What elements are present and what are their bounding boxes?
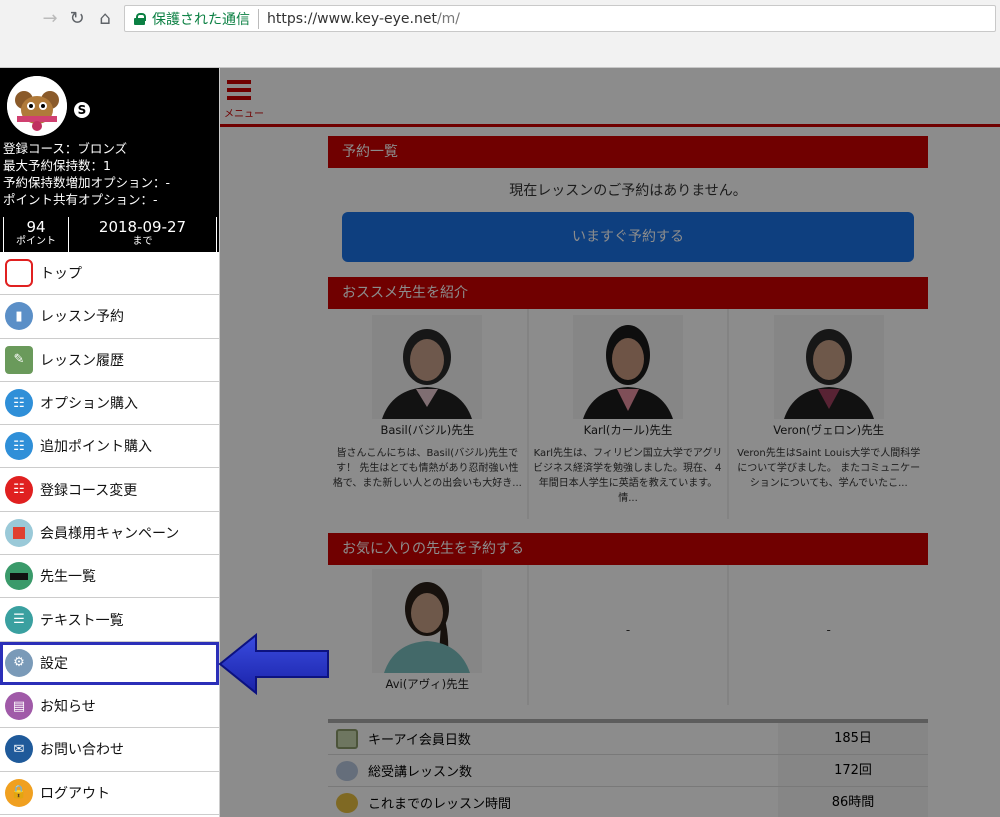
menu-item-label: お問い合わせ [40,742,124,759]
reservation-option-line: 予約保持数増加オプション：- [3,175,171,190]
menu-item-label: 先生一覧 [40,569,96,586]
points-stat: 94 ポイント [3,217,69,252]
expiry-value: 2018-09-27 [98,218,187,236]
max-reservations-line: 最大予約保持数：1 [3,158,111,173]
expiry-stat: 2018-09-27 まで [69,217,217,252]
menu-item-label: ログアウト [40,785,110,802]
expiry-label: まで [132,236,153,247]
avatar [7,76,67,136]
url-text: https://www.key-eye.net/m/ [259,11,460,27]
menu-item-option-purchase[interactable]: ☷ オプション購入 [0,382,219,426]
menu-item-lesson-booking[interactable]: ▮ レッスン予約 [0,295,219,339]
menu-item-teachers[interactable]: 先生一覧 [0,555,219,599]
secure-label: 保護された通信 [152,8,259,29]
pointer-arrow-icon [218,633,329,695]
menu-item-news[interactable]: ▤ お知らせ [0,685,219,729]
cart-icon: ☷ [5,389,33,418]
phone-icon: ▮ [5,302,33,331]
point-share-option-line: ポイント共有オプション：- [3,192,158,207]
profile-info: 登録コース：ブロンズ 最大予約保持数：1 予約保持数増加オプション：- ポイント… [3,140,170,208]
menu-item-settings[interactable]: ⚙ 設定 [0,641,219,685]
url-path: /m/ [436,10,461,27]
menu-item-lesson-history[interactable]: ✎ レッスン履歴 [0,339,219,382]
address-bar[interactable]: 保護された通信 https://www.key-eye.net/m/ [124,5,996,32]
dim-overlay[interactable] [220,68,1000,817]
menu-item-contact[interactable]: ✉ お問い合わせ [0,728,219,772]
menu-item-label: レッスン履歴 [40,352,124,369]
profile-panel: S 登録コース：ブロンズ 最大予約保持数：1 予約保持数増加オプション：- ポイ… [0,68,219,252]
menu-item-textbooks[interactable]: ☰ テキスト一覧 [0,598,219,642]
speech-bubble-icon [5,259,33,288]
menu-item-logout[interactable]: 🔒 ログアウト [0,772,219,815]
mail-icon: ✉ [5,735,33,764]
menu-item-course-change[interactable]: ☷ 登録コース変更 [0,468,219,512]
menu-item-extra-points[interactable]: ☷ 追加ポイント購入 [0,425,219,469]
graduation-cap-icon [5,562,33,591]
menu-item-label: 設定 [40,655,68,672]
cart-icon: ☷ [5,475,33,504]
menu-item-label: テキスト一覧 [40,612,124,629]
browser-chrome: → ↻ ⌂ 保護された通信 https://www.key-eye.net/m/ [0,0,1000,68]
lock-icon [134,12,146,25]
page: メニュー 予約一覧 現在レッスンのご予約はありません。 いますぐ予約する おスス… [0,68,1000,817]
menu-item-label: トップ [40,266,82,283]
lock-icon: 🔒 [5,778,33,807]
forward-icon[interactable]: → [38,6,62,30]
points-label: ポイント [16,236,56,247]
gear-icon: ⚙ [5,648,33,677]
course-line: 登録コース：ブロンズ [3,141,128,156]
menu-item-label: お知らせ [40,699,96,716]
menu-item-campaign[interactable]: 会員様用キャンペーン [0,512,219,556]
menu-item-label: 会員様用キャンペーン [40,525,180,542]
notebook-icon: ✎ [5,345,33,374]
menu-item-label: 登録コース変更 [40,482,138,499]
news-icon: ▤ [5,692,33,721]
gift-icon [5,518,33,547]
menu-item-label: 追加ポイント購入 [40,439,152,456]
books-icon: ☰ [5,605,33,634]
url-host: https://www.key-eye.net [267,10,437,27]
menu-item-top[interactable]: トップ [0,252,219,296]
menu-item-label: レッスン予約 [40,309,124,326]
home-icon[interactable]: ⌂ [93,6,117,30]
points-value: 94 [26,218,46,236]
menu-item-label: オプション購入 [40,396,138,413]
points-stats: 94 ポイント 2018-09-27 まで [0,217,220,252]
reload-icon[interactable]: ↻ [65,6,89,30]
plan-badge-icon: S [74,102,90,118]
side-drawer: S 登録コース：ブロンズ 最大予約保持数：1 予約保持数増加オプション：- ポイ… [0,68,220,817]
cart-icon: ☷ [5,432,33,461]
drawer-menu: トップ ▮ レッスン予約 ✎ レッスン履歴 ☷ オプション購入 ☷ 追加ポイント… [0,252,219,815]
